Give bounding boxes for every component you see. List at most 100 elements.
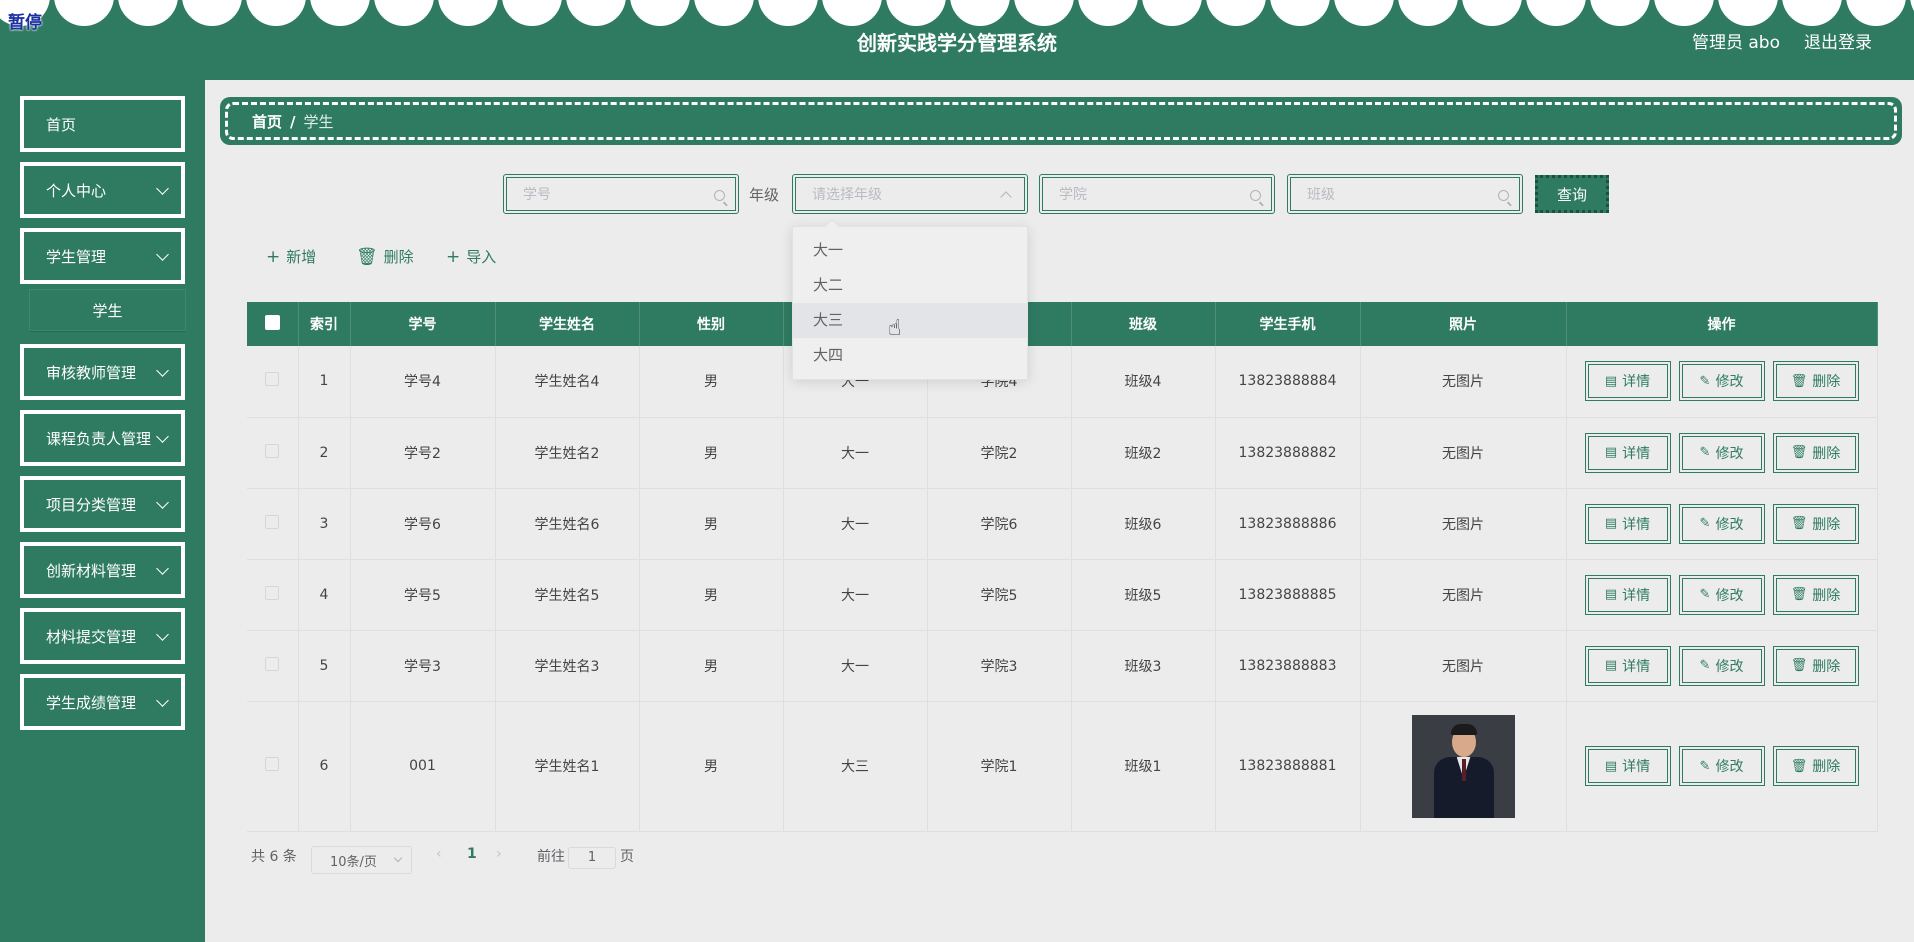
input-placeholder: 班级 (1307, 187, 1335, 203)
edit-button-label: 修改 (1715, 759, 1744, 775)
student-no-search-input[interactable]: 学号 (503, 174, 739, 214)
grade-option[interactable]: 大二 (793, 268, 1027, 303)
query-button[interactable]: 查询 (1535, 175, 1609, 213)
row-checkbox[interactable] (265, 372, 280, 387)
page-size-select[interactable]: 10条/页 (311, 846, 412, 874)
edit-button[interactable]: ✎ 修改 (1678, 361, 1765, 402)
row-select-cell[interactable] (247, 559, 299, 631)
row-select-cell[interactable] (247, 417, 299, 489)
detail-button[interactable]: ▤ 详情 (1584, 746, 1671, 786)
grade-option[interactable]: 大四 (793, 338, 1027, 373)
detail-button[interactable]: ▤ 详情 (1584, 503, 1671, 544)
search-icon (1250, 190, 1261, 201)
cell-class: 班级4 (1071, 346, 1216, 418)
cell-no: 学号4 (350, 346, 496, 418)
scallop-shape (438, 0, 498, 26)
grade-select[interactable]: 请选择年级 (792, 174, 1028, 214)
sidebar-item-project-category-management[interactable]: 项目分类管理 (20, 476, 185, 532)
delete-button[interactable]: 🗑 删除 (1772, 503, 1859, 544)
document-icon: ▤ (1604, 516, 1618, 531)
grade-option-hovered[interactable]: 大三 (793, 303, 1027, 338)
sidebar-item-course-lead-management[interactable]: 课程负责人管理 (20, 410, 185, 466)
scallop-shape (1270, 0, 1330, 26)
edit-button[interactable]: ✎ 修改 (1678, 503, 1765, 544)
batch-delete-button[interactable]: 🗑 删除 (356, 246, 414, 267)
cell-class: 班级1 (1071, 701, 1216, 832)
plus-icon: + (446, 246, 461, 267)
sidebar-item-home[interactable]: 首页 (20, 96, 185, 152)
row-checkbox[interactable] (265, 757, 280, 771)
scallop-shape (246, 0, 306, 26)
edit-pen-icon: ✎ (1699, 516, 1711, 531)
breadcrumb-current: 学生 (303, 113, 334, 131)
detail-button[interactable]: ▤ 详情 (1584, 645, 1671, 686)
top-header: 创新实践学分管理系统 管理员 abo 退出登录 (0, 0, 1914, 80)
scallop-shape (1590, 0, 1650, 26)
cell-phone: 13823888886 (1215, 488, 1361, 560)
delete-button[interactable]: 🗑 删除 (1772, 361, 1859, 402)
row-select-cell[interactable] (247, 630, 299, 702)
row-select-cell[interactable] (247, 488, 299, 560)
cell-grade: 大三 (783, 701, 928, 832)
row-select-cell[interactable] (247, 701, 299, 832)
edit-pen-icon: ✎ (1699, 758, 1711, 774)
college-search-input[interactable]: 学院 (1039, 174, 1275, 214)
sidebar-item-label: 学生管理 (46, 247, 107, 266)
row-select-cell[interactable] (247, 346, 299, 418)
logout-link[interactable]: 退出登录 (1804, 28, 1872, 53)
trash-icon: 🗑 (1790, 658, 1808, 673)
input-placeholder: 学号 (523, 187, 551, 203)
delete-button-label: 删除 (1812, 587, 1841, 604)
cell-name: 学生姓名3 (495, 630, 640, 702)
table-row: 4 学号5 学生姓名5 男大一 学院5 班级5 13823888885 无图片 ▤ 详情 ✎ 修改 🗑 删… (247, 559, 1878, 631)
import-button[interactable]: + 导入 (446, 246, 496, 267)
class-search-input[interactable]: 班级 (1287, 174, 1523, 214)
trash-icon: 🗑 (1790, 587, 1808, 602)
breadcrumb-separator: / (290, 113, 296, 131)
cell-grade: 大一 (783, 417, 928, 489)
edit-button[interactable]: ✎ 修改 (1678, 746, 1765, 786)
dropdown-arrow (824, 218, 840, 234)
delete-button[interactable]: 🗑 删除 (1772, 645, 1859, 686)
detail-button[interactable]: ▤ 详情 (1584, 574, 1671, 615)
row-checkbox[interactable] (265, 585, 280, 600)
grade-dropdown-menu: 大一 大二 大三 大四 (792, 218, 1028, 380)
row-checkbox[interactable] (265, 443, 280, 458)
delete-button[interactable]: 🗑 删除 (1772, 574, 1859, 615)
sidebar-item-innovation-material-management[interactable]: 创新材料管理 (20, 542, 185, 598)
select-all-checkbox[interactable] (264, 314, 280, 330)
select-all-cell[interactable] (247, 302, 299, 346)
delete-button[interactable]: 🗑 删除 (1772, 746, 1859, 786)
row-checkbox[interactable] (265, 656, 280, 671)
cell-name: 学生姓名4 (495, 346, 640, 418)
goto-page-input[interactable]: 1 (568, 847, 616, 869)
add-button[interactable]: + 新增 (266, 246, 316, 267)
sidebar-item-student-management[interactable]: 学生管理 (20, 228, 185, 284)
prev-page-icon[interactable]: ‹ (436, 846, 442, 862)
edit-button[interactable]: ✎ 修改 (1678, 574, 1765, 615)
edit-button[interactable]: ✎ 修改 (1678, 645, 1765, 686)
chevron-down-icon (156, 496, 169, 509)
sidebar-item-personal-center[interactable]: 个人中心 (20, 162, 185, 218)
system-title: 创新实践学分管理系统 (857, 31, 1057, 55)
detail-button-label: 详情 (1622, 516, 1651, 533)
delete-button[interactable]: 🗑 删除 (1772, 432, 1859, 473)
chevron-up-icon (1000, 191, 1012, 203)
row-checkbox[interactable] (265, 514, 280, 529)
next-page-icon[interactable]: › (496, 846, 502, 862)
cell-name: 学生姓名5 (495, 559, 640, 631)
detail-button[interactable]: ▤ 详情 (1584, 432, 1671, 473)
detail-button-label: 详情 (1622, 658, 1651, 675)
sidebar-item-material-submission-management[interactable]: 材料提交管理 (20, 608, 185, 664)
column-header: 索引 (298, 302, 351, 346)
sidebar-subitem-student[interactable]: 学生 (29, 289, 186, 331)
breadcrumb-home[interactable]: 首页 (252, 113, 282, 131)
edit-button[interactable]: ✎ 修改 (1678, 432, 1765, 473)
cell-photo: 无图片 (1360, 346, 1567, 418)
grade-option[interactable]: 大一 (793, 233, 1027, 268)
sidebar-item-student-score-management[interactable]: 学生成绩管理 (20, 674, 185, 730)
sidebar-item-reviewer-management[interactable]: 审核教师管理 (20, 344, 185, 400)
page-number-current[interactable]: 1 (467, 846, 477, 862)
cell-grade: 大一 (783, 559, 928, 631)
detail-button[interactable]: ▤ 详情 (1584, 361, 1671, 402)
